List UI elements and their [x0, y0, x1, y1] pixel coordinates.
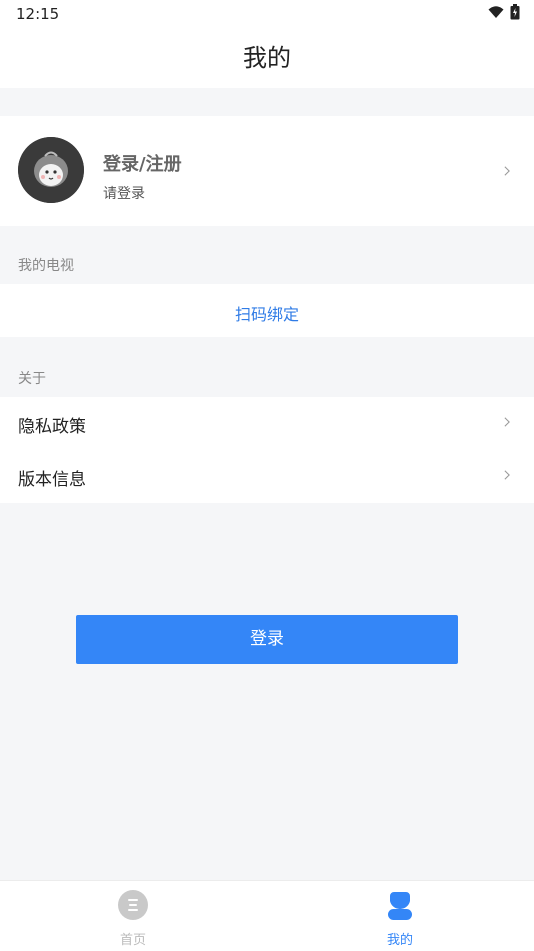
login-button[interactable]: 登录 [76, 615, 458, 664]
privacy-policy-label: 隐私政策 [18, 417, 86, 437]
privacy-policy-row[interactable]: 隐私政策 [0, 397, 534, 450]
scan-bind-button[interactable]: 扫码绑定 [0, 301, 534, 325]
section-title-about: 关于 [18, 371, 46, 387]
tab-home[interactable]: 首页 [93, 889, 173, 948]
monkey-avatar-icon [18, 137, 84, 203]
page-title: 我的 [0, 28, 534, 88]
chevron-right-icon [504, 417, 510, 427]
bottom-tab-bar: 首页 我的 [0, 880, 534, 951]
status-time: 12:15 [16, 5, 60, 23]
wifi-icon [488, 6, 504, 18]
login-hint: 请登录 [103, 186, 145, 202]
login-register-label: 登录/注册 [103, 154, 182, 175]
status-icons [488, 4, 520, 20]
home-icon [118, 890, 148, 920]
version-info-row[interactable]: 版本信息 [0, 450, 534, 503]
chevron-right-icon [504, 470, 510, 480]
user-icon [388, 892, 412, 920]
profile-card[interactable]: 登录/注册 请登录 [0, 116, 534, 226]
battery-icon [510, 4, 520, 20]
scan-bind-row[interactable]: 扫码绑定 [0, 284, 534, 337]
chevron-right-icon [504, 166, 510, 176]
version-info-label: 版本信息 [18, 470, 86, 490]
status-bar: 12:15 [0, 0, 534, 28]
section-title-my-tv: 我的电视 [18, 258, 74, 274]
avatar [18, 137, 84, 203]
tab-mine-label: 我的 [386, 933, 413, 948]
tab-home-label: 首页 [119, 933, 146, 948]
tab-mine[interactable]: 我的 [360, 889, 440, 948]
